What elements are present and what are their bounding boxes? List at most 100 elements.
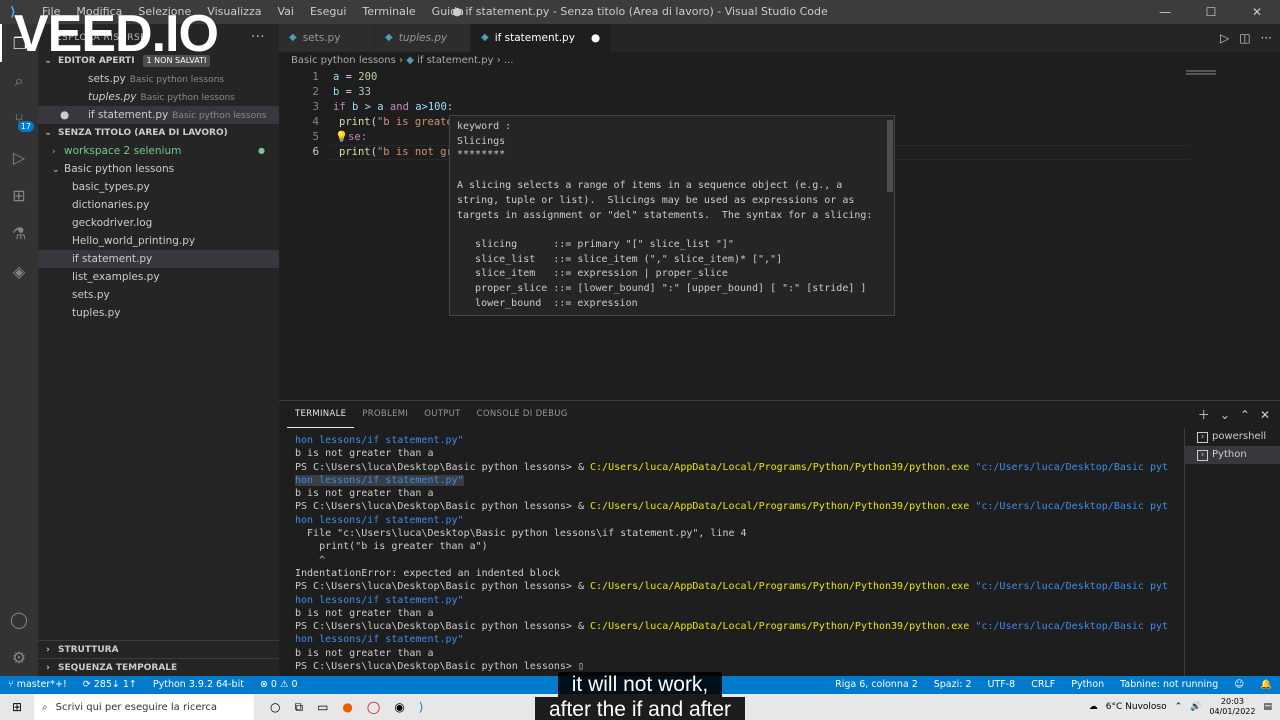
terminal-text: hon lessons/if statement.py" bbox=[295, 514, 464, 526]
terminal-line: IndentationError: expected an indented b… bbox=[295, 567, 1175, 580]
code-token: 33 bbox=[358, 86, 371, 98]
file-list-examples[interactable]: list_examples.py bbox=[38, 268, 279, 286]
new-terminal-icon[interactable]: ＋ bbox=[1198, 406, 1210, 423]
tab-if-statement[interactable]: ◆ if statement.py ● bbox=[471, 24, 612, 52]
gear-icon[interactable]: ⚙ bbox=[0, 638, 38, 676]
open-editor-if-statement[interactable]: ● if statement.py Basic python lessons bbox=[38, 106, 279, 124]
lightbulb-icon[interactable]: 💡 bbox=[335, 131, 348, 143]
terminal-text: C:/Users/luca/AppData/Local/Programs/Pyt… bbox=[590, 461, 970, 473]
terminal-line: File "c:\Users\luca\Desktop\Basic python… bbox=[295, 527, 1175, 540]
workspace-section[interactable]: ⌄ SENZA TITOLO (AREA DI LAVORO) bbox=[38, 124, 279, 142]
close-window-button[interactable]: ✕ bbox=[1234, 0, 1280, 24]
code-token: se: bbox=[348, 131, 368, 143]
terminal-line: b is not greater than a bbox=[295, 607, 1175, 620]
account-icon[interactable]: ◯ bbox=[0, 600, 38, 638]
menu-go[interactable]: Vai bbox=[269, 0, 301, 24]
file-tuples[interactable]: tuples.py bbox=[38, 304, 279, 322]
more-actions-icon[interactable]: ··· bbox=[251, 24, 265, 52]
terminal-text: PS C:\Users\luca\Desktop\Basic python le… bbox=[295, 621, 591, 633]
open-editor-sets[interactable]: sets.py Basic python lessons bbox=[38, 70, 279, 88]
hover-scrollbar-thumb[interactable] bbox=[887, 120, 893, 192]
terminal-text: IndentationError: expected an indented b… bbox=[295, 567, 560, 579]
hover-line: lower_bound ::= expression bbox=[457, 298, 638, 309]
run-file-icon[interactable]: ▷ bbox=[1220, 31, 1229, 45]
search-icon[interactable]: ⌕ bbox=[0, 62, 38, 100]
hover-line: string, tuple or list). Slicings may be … bbox=[457, 195, 855, 206]
tab-output[interactable]: OUTPUT bbox=[416, 401, 468, 428]
layers-icon[interactable]: ◈ bbox=[0, 252, 38, 290]
file-dictionaries[interactable]: dictionaries.py bbox=[38, 196, 279, 214]
open-editor-name: tuples.py bbox=[88, 91, 137, 103]
line-number: 5 bbox=[312, 131, 319, 143]
hover-documentation-popup[interactable]: keyword : Slicings ******** A slicing se… bbox=[449, 115, 895, 316]
menu-run[interactable]: Esegui bbox=[302, 0, 354, 24]
file-basic-types[interactable]: basic_types.py bbox=[38, 178, 279, 196]
terminal-text: PS C:\Users\luca\Desktop\Basic python le… bbox=[295, 661, 578, 673]
terminal-line: hon lessons/if statement.py" bbox=[295, 633, 1175, 646]
terminal-text: "c:/Users/luca/Desktop/Basic pyt bbox=[975, 461, 1168, 473]
close-panel-icon[interactable]: ✕ bbox=[1260, 408, 1270, 422]
minimize-button[interactable]: — bbox=[1142, 0, 1188, 24]
chevron-down-icon: ⌄ bbox=[52, 165, 60, 175]
terminal-line: PS C:\Users\luca\Desktop\Basic python le… bbox=[295, 461, 1175, 474]
source-control-icon[interactable]: ⑂ 17 bbox=[0, 100, 38, 138]
folder-workspace-2-selenium[interactable]: › workspace 2 selenium ● bbox=[38, 142, 279, 160]
outline-title: STRUTTURA bbox=[58, 644, 119, 655]
file-geckodriver-log[interactable]: geckodriver.log bbox=[38, 214, 279, 232]
maximize-button[interactable]: ☐ bbox=[1188, 0, 1234, 24]
terminal-line: hon lessons/if statement.py" bbox=[295, 434, 1175, 447]
tab-tuples[interactable]: ◆ tuples.py bbox=[375, 24, 471, 52]
testing-icon[interactable]: ⚗ bbox=[0, 214, 38, 252]
tab-problems[interactable]: PROBLEMI bbox=[354, 401, 416, 428]
terminal-text: File "c:\Users\luca\Desktop\Basic python… bbox=[295, 528, 747, 540]
minimap[interactable] bbox=[1186, 70, 1266, 76]
split-editor-icon[interactable]: ◫ bbox=[1239, 31, 1250, 45]
hover-scrollbar[interactable] bbox=[886, 116, 894, 315]
terminal-item-powershell[interactable]: › powershell bbox=[1185, 428, 1280, 446]
panel-tabs: TERMINALE PROBLEMI OUTPUT CONSOLE DI DEB… bbox=[279, 401, 1280, 428]
editor-actions: ▷ ◫ ··· bbox=[1220, 24, 1272, 52]
terminal-text: C:/Users/luca/AppData/Local/Programs/Pyt… bbox=[590, 621, 970, 633]
terminal-text: b is not greater than a bbox=[295, 647, 434, 659]
python-file-icon: ◆ bbox=[481, 32, 489, 43]
terminal-output[interactable]: hon lessons/if statement.py" b is not gr… bbox=[295, 434, 1175, 677]
terminal-text: b is not greater than a bbox=[295, 607, 434, 619]
tab-sets[interactable]: ◆ sets.py bbox=[279, 24, 375, 52]
file-if-statement[interactable]: if statement.py bbox=[38, 250, 279, 268]
tab-label: sets.py bbox=[302, 32, 341, 44]
chevron-down-icon[interactable]: ⌄ bbox=[1220, 408, 1230, 422]
hover-line: targets in assignment or "del" statement… bbox=[457, 210, 873, 221]
menu-help[interactable]: Guida bbox=[424, 0, 472, 24]
panel-actions: ＋ ⌄ ⌃ ✕ bbox=[1198, 401, 1270, 428]
terminal-text: print("b is greater than a") bbox=[295, 541, 488, 553]
code-token: "b is not gr bbox=[376, 146, 453, 158]
code-token: print bbox=[339, 116, 371, 128]
tab-terminal[interactable]: TERMINALE bbox=[287, 402, 355, 428]
terminal-text: PS C:\Users\luca\Desktop\Basic python le… bbox=[295, 581, 591, 593]
open-editor-tuples[interactable]: tuples.py Basic python lessons bbox=[38, 88, 279, 106]
run-debug-icon[interactable]: ▷ bbox=[0, 138, 38, 176]
tab-debug-console[interactable]: CONSOLE DI DEBUG bbox=[469, 401, 576, 428]
more-actions-icon[interactable]: ··· bbox=[1261, 31, 1272, 45]
menu-terminal[interactable]: Terminale bbox=[354, 0, 423, 24]
file-hello-world-printing[interactable]: Hello_world_printing.py bbox=[38, 232, 279, 250]
outline-section[interactable]: › STRUTTURA bbox=[38, 640, 279, 658]
terminal-item-python[interactable]: › Python bbox=[1185, 446, 1280, 464]
open-editor-name: sets.py bbox=[88, 73, 126, 85]
file-sets[interactable]: sets.py bbox=[38, 286, 279, 304]
open-editor-desc: Basic python lessons bbox=[140, 93, 235, 103]
breadcrumb-symbol[interactable]: ... bbox=[504, 55, 514, 66]
code-token: a>100: bbox=[408, 101, 454, 113]
breadcrumb-file[interactable]: if statement.py bbox=[417, 55, 493, 66]
unsaved-dot-icon[interactable]: ● bbox=[591, 24, 600, 52]
hover-line: slice_list ::= slice_item ("," slice_ite… bbox=[457, 254, 783, 265]
breadcrumb-folder[interactable]: Basic python lessons bbox=[291, 55, 396, 66]
subtitle-line-2: after the if and after bbox=[534, 697, 746, 720]
scm-badge: 17 bbox=[17, 121, 34, 132]
folder-basic-python-lessons[interactable]: ⌄ Basic python lessons bbox=[38, 160, 279, 178]
maximize-panel-icon[interactable]: ⌃ bbox=[1240, 408, 1250, 422]
terminal-text: hon lessons/if statement.py" bbox=[295, 634, 464, 646]
line-number: 4 bbox=[312, 116, 319, 128]
terminal-text: "c:/Users/luca/Desktop/Basic pyt bbox=[975, 581, 1168, 593]
extensions-icon[interactable]: ⊞ bbox=[0, 176, 38, 214]
